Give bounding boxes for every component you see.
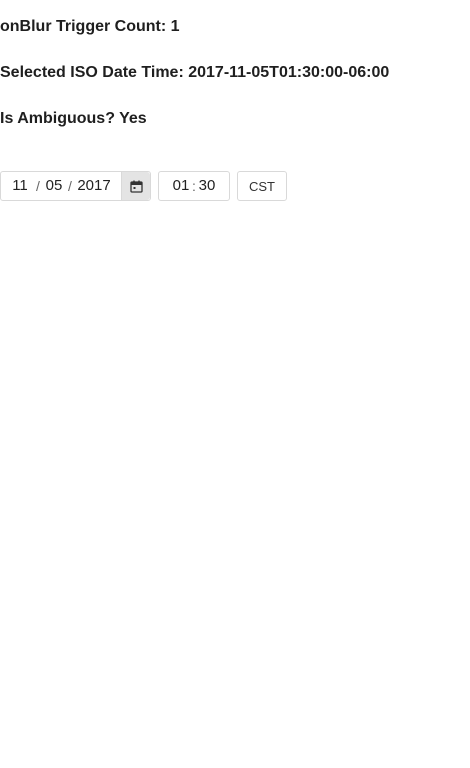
day-segment[interactable]: 05 [41, 172, 67, 200]
date-separator: / [36, 178, 40, 194]
year-segment[interactable]: 2017 [73, 172, 115, 200]
calendar-icon [129, 180, 143, 193]
calendar-button[interactable] [121, 172, 150, 200]
is-ambiguous-status: Is Ambiguous? Yes [0, 110, 147, 127]
hour-segment[interactable]: 01 [169, 172, 193, 200]
month-segment[interactable]: 11 [7, 172, 33, 200]
date-separator: / [68, 178, 72, 194]
time-input[interactable]: 01 : 30 [158, 171, 230, 201]
blur-trigger-count: onBlur Trigger Count: 1 [0, 18, 180, 35]
timezone-label: CST [237, 171, 287, 201]
minute-segment[interactable]: 30 [196, 172, 218, 200]
selected-iso-datetime: Selected ISO Date Time: 2017-11-05T01:30… [0, 64, 390, 81]
date-input[interactable]: 11 / 05 / 2017 [0, 171, 151, 201]
